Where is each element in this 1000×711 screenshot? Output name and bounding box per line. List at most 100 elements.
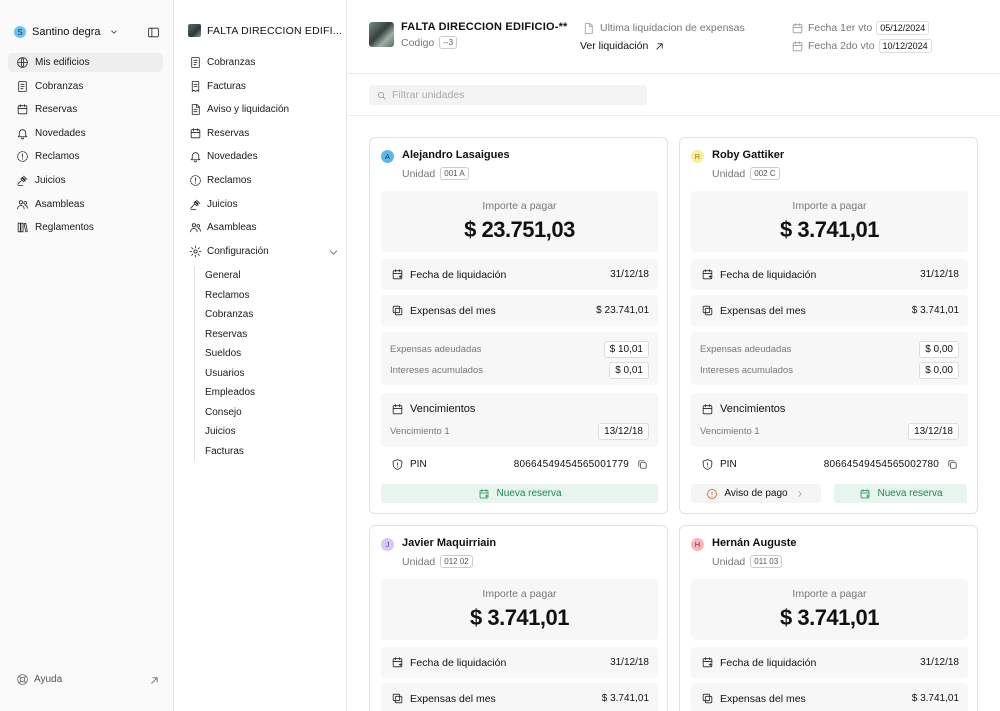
row-value: $ 3.741,01 xyxy=(911,305,959,316)
pin-row: PIN 80664549454565001779 xyxy=(381,455,658,473)
sidebar-item-novedades[interactable]: Novedades xyxy=(8,124,163,143)
building-nav-configuracion[interactable]: Configuración xyxy=(188,242,340,261)
globe-icon xyxy=(15,56,29,70)
nueva-reserva-button[interactable]: Nueva reserva xyxy=(834,484,967,503)
calendar-plus-icon xyxy=(477,487,491,501)
nav-label: Novedades xyxy=(207,151,258,163)
users-icon xyxy=(15,197,29,211)
calendar-plus-icon xyxy=(858,487,872,501)
amount-label: Importe a pagar xyxy=(792,200,867,212)
config-sub-sueldos[interactable]: Sueldos xyxy=(205,344,255,364)
unit-label: Unidad xyxy=(712,555,746,568)
adeudadas-label: Expensas adeudadas xyxy=(390,344,482,355)
config-sub-general[interactable]: General xyxy=(205,266,255,286)
nav-label: Asambleas xyxy=(207,222,257,234)
config-sub-reclamos[interactable]: Reclamos xyxy=(205,286,255,306)
adeudadas-label: Expensas adeudadas xyxy=(700,344,792,355)
building-nav-juicios[interactable]: Juicios xyxy=(188,195,340,214)
row-value: $ 23.741,01 xyxy=(596,305,649,316)
calendar-plus-icon xyxy=(390,656,404,670)
vto1-value: 05/12/2024 xyxy=(876,21,930,35)
sidebar-item-label: Reclamos xyxy=(35,151,80,163)
calendar-icon xyxy=(790,39,804,53)
avatar: S xyxy=(14,26,26,38)
avatar: R xyxy=(691,150,704,163)
building-nav-facturas[interactable]: Facturas xyxy=(188,77,340,96)
owner-name: Hernán Auguste xyxy=(712,537,797,549)
sidebar-toggle-icon[interactable] xyxy=(146,25,160,39)
building-title: FALTA DIRECCION EDIFI... xyxy=(207,24,343,37)
sidebar-item-reglamentos[interactable]: Reglamentos xyxy=(8,218,163,237)
sidebar-item-reclamos[interactable]: Reclamos xyxy=(8,147,163,166)
amount-label: Importe a pagar xyxy=(792,588,867,600)
liquidation-date-row: Fecha de liquidación 31/12/18 xyxy=(381,647,658,678)
building-selector[interactable]: FALTA DIRECCION EDIFI... xyxy=(188,24,342,37)
shield-icon xyxy=(390,457,404,471)
building-nav-asambleas[interactable]: Asambleas xyxy=(188,218,340,237)
unit-code: 011 03 xyxy=(750,555,783,568)
intereses-value: $ 0,01 xyxy=(609,362,649,379)
config-sub-empleados[interactable]: Empleados xyxy=(205,383,255,403)
code-label: Codigo xyxy=(401,36,435,49)
coins-icon xyxy=(390,304,404,318)
gear-icon xyxy=(188,244,202,258)
building-nav-aviso-liquidacion[interactable]: Aviso y liquidación xyxy=(188,100,340,119)
sidebar-item-label: Asambleas xyxy=(35,198,85,210)
calendar-icon xyxy=(790,21,804,35)
calendar-icon xyxy=(390,402,404,416)
search-icon xyxy=(374,88,388,102)
sidebar-item-juicios[interactable]: Juicios xyxy=(8,171,163,190)
chevron-down-icon xyxy=(107,25,121,39)
config-sub-reservas[interactable]: Reservas xyxy=(205,325,255,345)
config-sub-juicios[interactable]: Juicios xyxy=(205,422,255,442)
button-label: Nueva reserva xyxy=(496,488,562,499)
vencimientos-title: Vencimientos xyxy=(720,403,786,415)
aviso-de-pago-button[interactable]: Aviso de pago xyxy=(691,484,821,503)
sidebar-item-label: Cobranzas xyxy=(35,80,84,92)
row-label: Expensas del mes xyxy=(720,304,806,317)
config-sub-cobranzas[interactable]: Cobranzas xyxy=(205,305,255,325)
code-value: --3 xyxy=(439,36,458,49)
alert-circle-icon xyxy=(15,150,29,164)
ver-liquidacion-link[interactable]: Ver liquidación xyxy=(580,39,666,53)
amount-due: Importe a pagar $ 3.741,01 xyxy=(691,579,968,640)
file-icon xyxy=(581,21,595,35)
nav-label: Juicios xyxy=(207,198,238,210)
alert-circle-icon xyxy=(188,173,202,187)
help-link[interactable]: Ayuda xyxy=(15,672,62,686)
config-sub-usuarios[interactable]: Usuarios xyxy=(205,364,255,384)
venc1-label: Vencimiento 1 xyxy=(390,426,450,437)
external-link-icon[interactable] xyxy=(147,673,161,687)
sidebar-item-asambleas[interactable]: Asambleas xyxy=(8,195,163,214)
main-sidebar: S Santino degra Mis edificios Cobranzas … xyxy=(0,0,174,711)
debt-box: Expensas adeudadas $ 0,00 Intereses acum… xyxy=(691,332,968,385)
sidebar-item-reservas[interactable]: Reservas xyxy=(8,100,163,119)
config-sub-facturas[interactable]: Facturas xyxy=(205,442,255,462)
building-nav-novedades[interactable]: Novedades xyxy=(188,147,340,166)
copy-icon[interactable] xyxy=(635,457,649,471)
calendar-icon xyxy=(700,402,714,416)
building-nav-reclamos[interactable]: Reclamos xyxy=(188,171,340,190)
main-content: FALTA DIRECCION EDIFICIO-** Codigo --3 U… xyxy=(348,0,1000,711)
building-nav-reservas[interactable]: Reservas xyxy=(188,124,340,143)
venc1-value: 13/12/18 xyxy=(908,423,959,440)
copy-icon[interactable] xyxy=(945,457,959,471)
row-value: 31/12/18 xyxy=(920,269,959,280)
due-dates-box: Vencimientos Vencimiento 1 13/12/18 xyxy=(691,393,968,447)
adeudadas-value: $ 10,01 xyxy=(603,341,649,358)
nueva-reserva-button[interactable]: Nueva reserva xyxy=(381,484,658,503)
sidebar-item-cobranzas[interactable]: Cobranzas xyxy=(8,77,163,96)
chevron-down-icon[interactable] xyxy=(326,246,340,260)
row-value: 31/12/18 xyxy=(920,657,959,668)
config-sub-consejo[interactable]: Consejo xyxy=(205,403,255,423)
monthly-expenses-row: Expensas del mes $ 23.741,01 xyxy=(381,295,658,326)
pin-value: 80664549454565002780 xyxy=(823,458,939,470)
liq-label: Ultima liquidacion de expensas xyxy=(600,22,745,34)
building-nav-cobranzas[interactable]: Cobranzas xyxy=(188,53,340,72)
user-menu[interactable]: S Santino degra xyxy=(14,25,121,39)
building-photo xyxy=(369,22,394,47)
sidebar-item-mis-edificios[interactable]: Mis edificios xyxy=(8,53,163,72)
unit-card: R Roby Gattiker Unidad 002 C Importe a pa… xyxy=(679,137,978,514)
filter-units-input[interactable]: Filtrar unidades xyxy=(369,85,647,105)
unit-card: H Hernán Auguste Unidad 011 03 Importe a … xyxy=(679,525,978,711)
